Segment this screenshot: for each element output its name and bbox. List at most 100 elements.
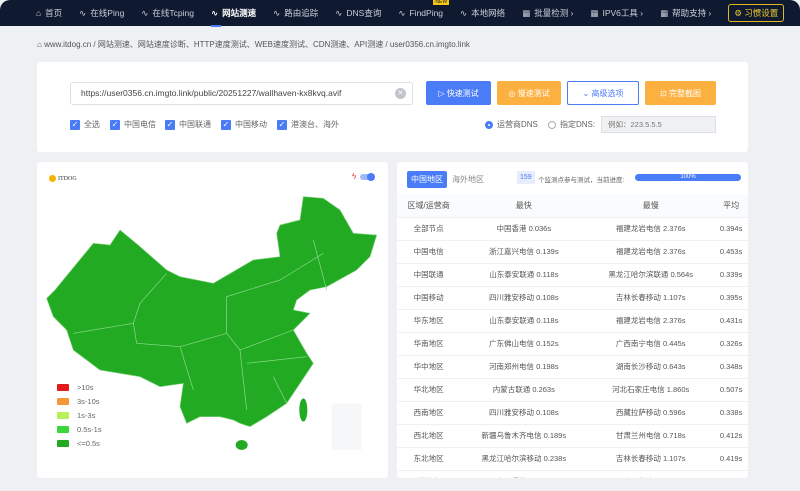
nav-item-4[interactable]: ∿ 路由追踪 (273, 7, 318, 19)
table-cell: 河南郑州电信 0.198s (460, 355, 588, 379)
table-cell: 四川雅安移动 0.108s (460, 401, 588, 425)
nav-item-0[interactable]: ⌂ 首页 (36, 7, 62, 19)
table-cell: 0.419s (714, 447, 748, 471)
table-cell: 中国联通 (397, 263, 461, 287)
pulse-icon: ∿ (79, 7, 87, 18)
home-icon: ⌂ (37, 40, 45, 49)
clear-icon[interactable]: ✕ (395, 88, 406, 99)
grid-icon: ▦ (522, 7, 531, 18)
legend-item: <=0.5s (57, 439, 100, 448)
tab-overseas[interactable]: 海外地区 (452, 174, 484, 185)
pulse-icon: ∿ (211, 7, 219, 18)
nav-item-8[interactable]: ▦ 批量检测 › (522, 7, 573, 19)
table-cell: 中国移动 (397, 286, 461, 310)
checkbox-3[interactable]: ✓ 中国移动 (221, 119, 267, 130)
table-cell: 广东佛山电信 0.152s (460, 332, 588, 356)
legend-swatch (57, 398, 69, 405)
lightning-icon: ϟ (352, 172, 357, 181)
table-cell: 湖南长沙移动 0.643s (587, 355, 715, 379)
itdog-logo: ITDOG (49, 175, 77, 182)
south-sea-inset (331, 403, 362, 450)
check-icon: ✓ (70, 119, 80, 130)
table-cell: 0.412s (714, 424, 748, 448)
pulse-icon: ∿ (398, 7, 406, 18)
map-region-taiwan (299, 398, 308, 422)
check-icon: ✓ (221, 119, 231, 130)
fast-test-button[interactable]: ▷ 快速测试 (426, 81, 491, 105)
table-row: 全部节点 中国香港 0.036s 福建龙岩电信 2.376s 0.394s (397, 217, 748, 241)
table-cell: 吉林长春移动 1.107s (587, 447, 715, 471)
table-cell: 内蒙古联通 0.263s (460, 378, 588, 402)
nav-item-10[interactable]: ▦ 帮助支持 › (660, 7, 711, 19)
results-table: 区域/运营商 最快 最慢 平均 全部节点 中国香港 0.036s 福建龙岩电信 2.376s… (397, 194, 748, 478)
table-cell: 西藏拉萨移动 0.596s (587, 401, 715, 425)
new-badge: NEW (433, 0, 450, 5)
tab-china[interactable]: 中国地区 (407, 171, 447, 188)
pulse-icon: ∿ (335, 7, 343, 18)
advanced-options-button[interactable]: ⌄ 高级选项 (567, 81, 639, 105)
legend-swatch (57, 384, 69, 391)
legend-item: 3s-10s (57, 397, 100, 406)
table-cell: 中国香港 0.036s (460, 470, 588, 478)
progress-fill: 100% (635, 174, 741, 181)
table-cell: 四川雅安移动 0.108s (460, 286, 588, 310)
legend-swatch (57, 412, 69, 419)
grid-icon: ▦ (660, 7, 669, 18)
nav-item-5[interactable]: ∿ DNS查询 (335, 7, 381, 19)
nav-item-9[interactable]: ▦ IPV6工具 › (590, 7, 643, 19)
table-cell: 福建龙岩电信 2.376s (587, 309, 715, 333)
pulse-icon: ∿ (141, 7, 149, 18)
checkbox-2[interactable]: ✓ 中国联通 (165, 119, 211, 130)
table-cell: 港澳台 (397, 470, 461, 478)
table-cell: 中国电信 (397, 240, 461, 264)
table-cell: 吉林长春移动 1.107s (587, 286, 715, 310)
table-row: 西南地区 四川雅安移动 0.108s 西藏拉萨移动 0.596s 0.338s (397, 401, 748, 425)
table-row: 华南地区 广东佛山电信 0.152s 广西南宁电信 0.445s 0.326s (397, 332, 748, 356)
nav-item-2[interactable]: ∿ 在线Tcping (141, 7, 194, 19)
table-cell: 0.338s (714, 401, 748, 425)
pulse-icon: ∿ (460, 7, 468, 18)
pulse-icon: ∿ (273, 7, 281, 18)
top-nav: ⌂ 首页 ∿ 在线Ping ∿ 在线Tcping ∿ 网站测速 ∿ 路由追踪 ∿ DNS查询 ∿ Find… (0, 0, 800, 27)
legend-swatch (57, 440, 69, 447)
dns-isp-radio[interactable]: 运营商DNS (485, 119, 538, 130)
dns-custom-radio[interactable]: 指定DNS: (548, 119, 595, 130)
map-region-hainan (235, 440, 248, 450)
table-row: 西北地区 新疆乌鲁木齐电信 0.189s 甘肃兰州电信 0.718s 0.412s (397, 424, 748, 448)
table-cell: 0.348s (714, 355, 748, 379)
progress-bar: 100% (635, 174, 741, 181)
table-cell: 西南地区 (397, 401, 461, 425)
table-row: 中国联通 山东泰安联通 0.118s 黑龙江哈尔滨联通 0.564s 0.339s (397, 263, 748, 287)
table-cell: 0.507s (714, 378, 748, 402)
table-cell: 甘肃兰州电信 0.718s (587, 424, 715, 448)
toggle-switch[interactable] (360, 173, 375, 181)
checkbox-0[interactable]: ✓ 全选 (70, 119, 100, 130)
check-icon: ✓ (110, 119, 120, 130)
table-row: 东北地区 黑龙江哈尔滨移动 0.238s 吉林长春移动 1.107s 0.419s (397, 447, 748, 471)
test-form-card (37, 62, 748, 152)
checkbox-1[interactable]: ✓ 中国电信 (110, 119, 156, 130)
column-header: 区域/运营商 (397, 194, 461, 218)
nav-item-7[interactable]: ∿ 本地网络 (460, 7, 505, 19)
table-cell: 广西南宁电信 0.445s (587, 332, 715, 356)
table-cell: 西北地区 (397, 424, 461, 448)
grid-icon: ▦ (590, 7, 599, 18)
dns-input[interactable] (601, 116, 716, 133)
table-cell: 华南地区 (397, 332, 461, 356)
table-cell: 0.339s (714, 263, 748, 287)
nav-item-6[interactable]: ∿ FindPing NEW (398, 0, 450, 19)
settings-button[interactable]: ⚙ 习惯设置 (728, 4, 785, 22)
slow-test-button[interactable]: ◎ 慢速测试 (497, 81, 561, 105)
nav-item-3[interactable]: ∿ 网站测速 (211, 7, 256, 27)
url-input[interactable]: https://user0356.cn.imgto.link/public/20… (70, 82, 413, 105)
checkbox-4[interactable]: ✓ 港澳台、海外 (277, 119, 339, 130)
node-count: 159 (517, 171, 535, 184)
table-cell: 全部节点 (397, 217, 461, 241)
table-cell: 华东地区 (397, 309, 461, 333)
nav-item-1[interactable]: ∿ 在线Ping (79, 7, 124, 19)
home-icon: ⌂ (36, 8, 42, 18)
table-cell: 福建龙岩电信 2.376s (587, 217, 715, 241)
results-card: 中国地区 海外地区 159 个监测点参与测试，当前进度: 100% 区域/运营商… (397, 162, 748, 478)
screenshot-button[interactable]: ⊡ 完整截图 (645, 81, 716, 105)
legend-item: 0.5s-1s (57, 425, 102, 434)
